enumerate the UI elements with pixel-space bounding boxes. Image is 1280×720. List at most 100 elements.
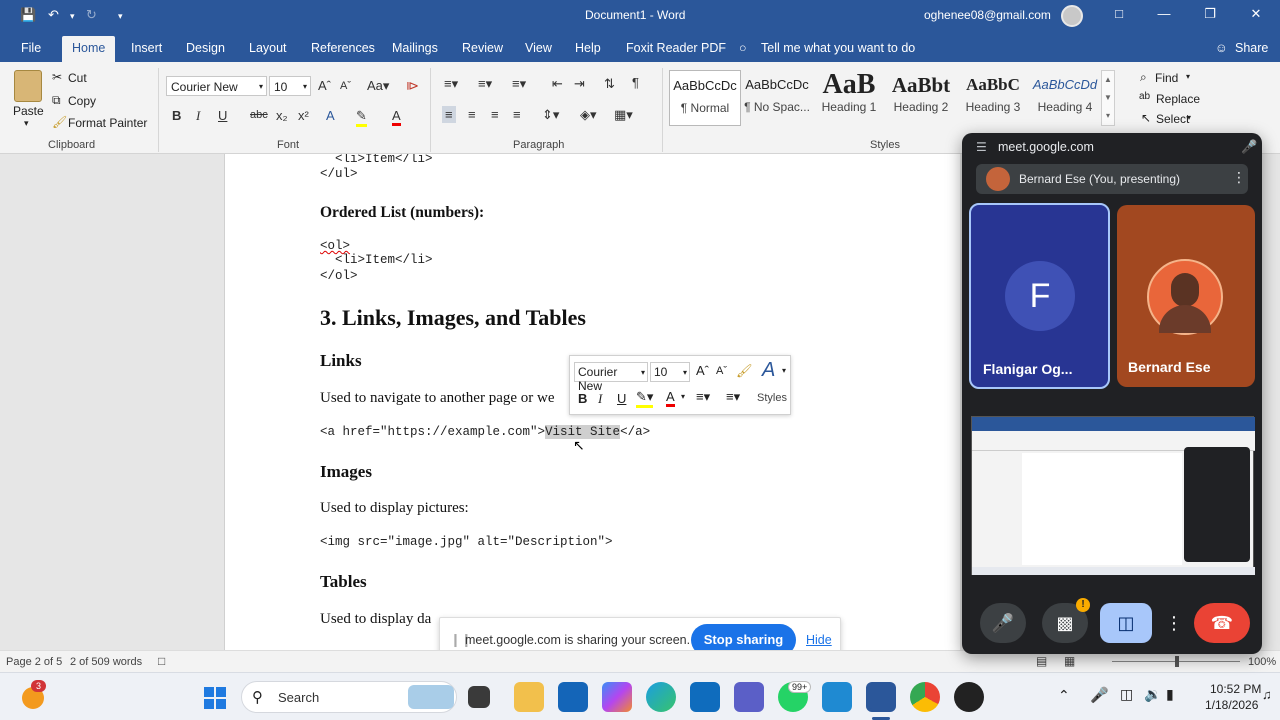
format-painter-icon[interactable]: 🖌 (736, 363, 753, 379)
avatar[interactable] (1061, 5, 1083, 27)
decrease-indent-icon[interactable]: ⇤ (552, 76, 563, 92)
multilevel-list-icon[interactable]: ≡▾ (512, 76, 526, 92)
styles-scroll[interactable]: ▲ ▼ ▾ (1101, 70, 1115, 126)
word-count[interactable]: 2 of 509 words (70, 656, 142, 668)
present-button[interactable]: ◫ (1100, 603, 1152, 643)
page-count[interactable]: Page 2 of 5 (6, 656, 62, 668)
font-color-icon[interactable]: A (666, 389, 675, 407)
screen-share-preview[interactable] (971, 416, 1255, 575)
styles-icon[interactable]: A (762, 359, 775, 382)
bullets-icon[interactable]: ≡▾ (444, 76, 458, 92)
tab-help[interactable]: Help (575, 41, 601, 55)
chrome-icon[interactable] (910, 682, 940, 712)
style-no-spacing[interactable]: AaBbCcDc ¶ No Spac... (741, 70, 813, 126)
copilot-icon[interactable] (602, 682, 632, 712)
battery-icon[interactable]: ▮ (1166, 686, 1174, 703)
underline-icon[interactable]: U (218, 108, 227, 123)
numbering-icon[interactable]: ≡▾ (478, 76, 492, 92)
justify-icon[interactable]: ≡ (513, 107, 521, 122)
shrink-font-icon[interactable]: Aˇ (716, 365, 727, 377)
leave-call-button[interactable]: ☎ (1194, 603, 1250, 643)
chevron-up-icon[interactable]: ⌃ (1058, 687, 1070, 704)
chevron-down-icon[interactable]: ▾ (24, 118, 29, 129)
increase-indent-icon[interactable]: ⇥ (574, 76, 585, 92)
align-center-icon[interactable]: ≡ (468, 107, 476, 122)
highlight-icon[interactable]: ✎ (356, 108, 367, 127)
style-heading-2[interactable]: AaBbt Heading 2 (885, 70, 957, 126)
find-button[interactable]: Find (1155, 71, 1178, 85)
font-color-icon[interactable]: A (392, 108, 401, 126)
teams-icon[interactable] (734, 682, 764, 712)
tab-home[interactable]: Home (62, 36, 116, 62)
tab-mailings[interactable]: Mailings (392, 41, 438, 55)
shading-icon[interactable]: ◈▾ (580, 107, 597, 123)
proofing-icon[interactable]: □ (158, 654, 165, 668)
zoom-level[interactable]: 100% (1248, 656, 1276, 668)
microphone-button[interactable]: 🎤 (980, 603, 1026, 643)
align-left-icon[interactable]: ≡ (442, 106, 456, 123)
vscode-icon[interactable] (822, 682, 852, 712)
microphone-icon[interactable]: 🎤 (1090, 686, 1109, 704)
align-right-icon[interactable]: ≡ (491, 107, 499, 122)
mini-font-select[interactable]: Courier New ▾ (574, 362, 648, 393)
highlight-icon[interactable]: ✎▾ (636, 389, 654, 408)
line-spacing-icon[interactable]: ⇕▾ (542, 107, 559, 123)
close-button[interactable]: ✕ (1246, 6, 1266, 22)
task-view-icon[interactable] (468, 686, 490, 708)
cut-button[interactable]: Cut (68, 71, 87, 85)
tab-design[interactable]: Design (186, 41, 225, 55)
account-email[interactable]: oghenee08@gmail.com (924, 8, 1051, 22)
tab-insert[interactable]: Insert (131, 41, 162, 55)
save-icon[interactable]: 💾 (20, 7, 36, 23)
chevron-down-icon[interactable]: ▾ (1186, 72, 1190, 81)
volume-icon[interactable]: 🔉 (1144, 686, 1161, 703)
obs-icon[interactable] (954, 682, 984, 712)
word-icon[interactable] (866, 682, 896, 712)
sort-icon[interactable]: ⇅ (604, 76, 615, 92)
format-painter-button[interactable]: Format Painter (68, 116, 147, 130)
restore-button[interactable]: ❐ (1200, 6, 1220, 22)
paste-icon[interactable] (14, 70, 42, 102)
replace-button[interactable]: Replace (1156, 92, 1200, 106)
hide-link[interactable]: Hide (806, 633, 832, 647)
style-heading-4[interactable]: AaBbCcDd Heading 4 (1029, 70, 1101, 126)
italic-icon[interactable]: I (598, 391, 602, 407)
store-icon[interactable] (558, 682, 588, 712)
grow-font-icon[interactable]: Aˆ (696, 363, 709, 378)
shrink-font-icon[interactable]: Aˇ (340, 80, 351, 92)
show-marks-icon[interactable]: ¶ (632, 75, 639, 90)
bold-icon[interactable]: B (578, 391, 587, 406)
bullets-icon[interactable]: ≡▾ (696, 389, 710, 405)
notification-bell-icon[interactable]: ♫ (1262, 687, 1272, 702)
paste-button[interactable]: Paste (13, 104, 44, 118)
edge-icon[interactable] (646, 682, 676, 712)
change-case-icon[interactable]: Aa▾ (367, 78, 389, 94)
tab-view[interactable]: View (525, 41, 552, 55)
subscript-icon[interactable]: x₂ (276, 108, 288, 123)
tell-me-search[interactable]: Tell me what you want to do (761, 41, 915, 55)
settings-icon[interactable]: ☰ (976, 140, 987, 154)
redo-icon[interactable]: ↻ (86, 7, 97, 23)
text-effects-icon[interactable]: A (326, 108, 335, 123)
tab-layout[interactable]: Layout (249, 41, 287, 55)
italic-icon[interactable]: I (196, 108, 200, 124)
clock-date[interactable]: 1/18/2026 (1205, 698, 1258, 712)
tab-file[interactable]: File (21, 41, 41, 55)
strikethrough-icon[interactable]: abc (250, 109, 268, 121)
style-heading-3[interactable]: AaBbC Heading 3 (957, 70, 1029, 126)
undo-icon[interactable]: ↶ (48, 7, 59, 23)
numbering-icon[interactable]: ≡▾ (726, 389, 740, 405)
tab-review[interactable]: Review (462, 41, 503, 55)
tab-references[interactable]: References (311, 41, 375, 55)
more-options-icon[interactable]: ⋮ (1232, 169, 1246, 186)
outlook-icon[interactable] (690, 682, 720, 712)
print-layout-icon[interactable]: ▦ (1064, 654, 1075, 668)
mini-size-select[interactable]: 10 ▾ (650, 362, 690, 382)
customize-qat-icon[interactable]: ▾ (118, 11, 123, 22)
taskbar-search[interactable]: ⚲ Search (241, 681, 457, 713)
style-heading-1[interactable]: AaB Heading 1 (813, 70, 885, 126)
ribbon-display-icon[interactable]: □ (1109, 6, 1129, 21)
display-icon[interactable]: ◫ (1120, 686, 1133, 703)
read-mode-icon[interactable]: ▤ (1036, 654, 1047, 668)
clear-formatting-icon[interactable]: ⧐ (406, 78, 419, 94)
